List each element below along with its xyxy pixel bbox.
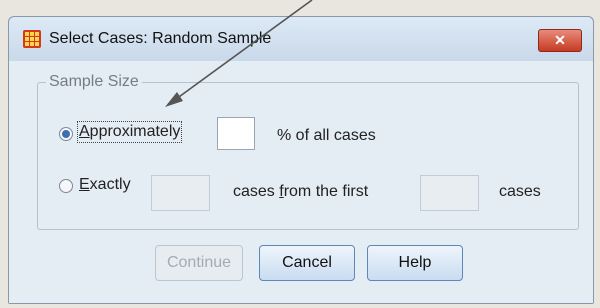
annotation-arrow (165, 0, 313, 107)
annotation-arrowhead (165, 92, 183, 107)
annotation-arrow-line (171, 0, 313, 103)
